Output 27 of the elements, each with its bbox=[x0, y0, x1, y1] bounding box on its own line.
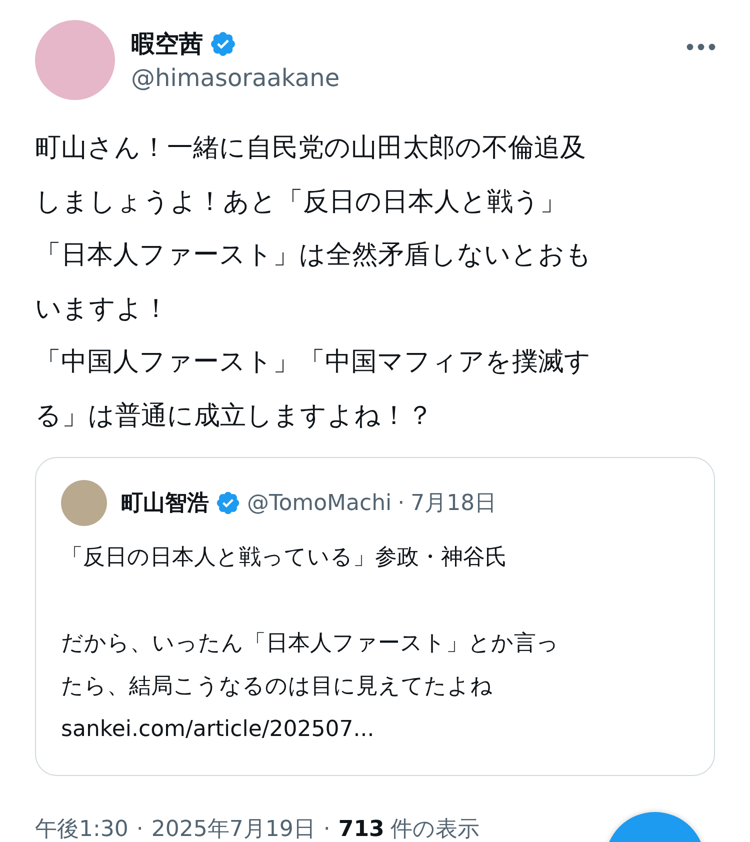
quoted-text-line: sankei.com/article/202507... bbox=[61, 716, 376, 744]
more-icon[interactable] bbox=[685, 42, 717, 52]
post-text-line: しましょうよ！あと「反日の日本人と戦う」 bbox=[35, 186, 567, 218]
quoted-text-line: 「反日の日本人と戦っている」参政・神谷氏 bbox=[61, 544, 508, 572]
post-time[interactable]: 午後1:30 bbox=[35, 814, 128, 842]
separator-dot: · bbox=[136, 817, 144, 842]
post-date: 7月18日 bbox=[410, 490, 497, 518]
display-name: 町山智浩 bbox=[121, 490, 209, 518]
post-text-line: いますよ！ bbox=[35, 292, 170, 326]
post-text-line: 「中国人ファースト」「中国マフィアを撲滅す bbox=[35, 346, 592, 379]
post-text-line: る」は普通に成立しますよね！？ bbox=[35, 400, 434, 432]
quoted-text-line: たら、結局こうなるのは目に見えてたよね bbox=[61, 673, 494, 701]
views-label: 件の表示 bbox=[390, 816, 480, 842]
post-text-line: 「日本人ファースト」は全然矛盾しないとおも bbox=[35, 239, 593, 272]
view-count: 713 bbox=[338, 817, 384, 842]
quoted-text-line: だから、いったん「日本人ファースト」とか言っ bbox=[61, 630, 560, 658]
post-text-line: 町山さん！一緒に自民党の山田太郎の不倫追及 bbox=[35, 132, 587, 165]
verified-badge-icon bbox=[209, 30, 237, 58]
separator-dot: · bbox=[398, 490, 405, 516]
verified-badge-icon bbox=[215, 490, 241, 516]
quoted-post-card[interactable]: 町山智浩 @TomoMachi · 7月18日 「反日の日本人と戦っている」参政・神谷氏 だから、いったん「日本人ファースト」とか言っ たら、結局こうなるのは目に見えてたよね sankei.com/article/202507... bbox=[35, 457, 715, 776]
display-name[interactable]: 暇空茜 bbox=[131, 28, 203, 60]
user-handle: @TomoMachi bbox=[247, 490, 392, 516]
post-date[interactable]: 2025年7月19日 bbox=[151, 814, 316, 842]
avatar[interactable] bbox=[61, 480, 107, 526]
user-handle[interactable]: @himasoraakane bbox=[131, 64, 669, 92]
separator-dot: · bbox=[323, 817, 330, 842]
